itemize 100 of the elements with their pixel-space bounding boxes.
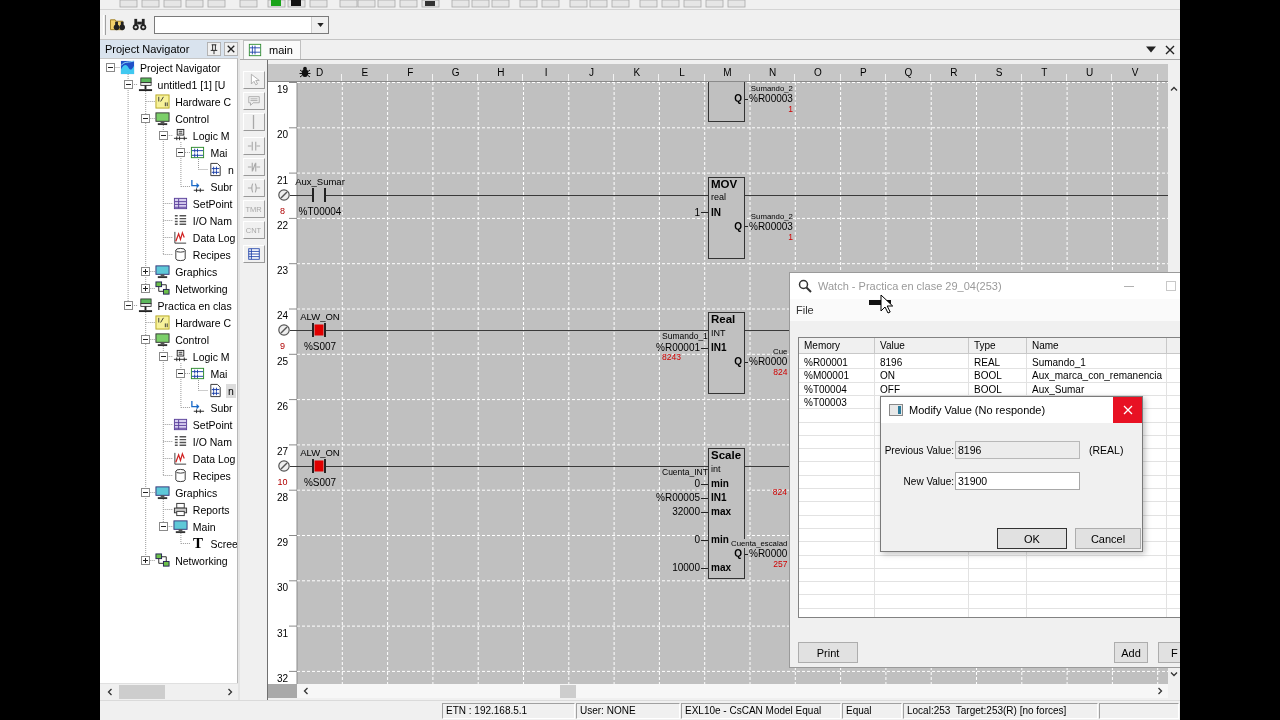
chevron-down-icon[interactable] (1170, 670, 1178, 678)
tree-item[interactable]: Mai (208, 366, 230, 381)
rung-number: 30 (276, 583, 289, 594)
chevron-right-icon[interactable] (1156, 687, 1164, 695)
tree-item[interactable]: Hardware C (173, 315, 234, 330)
chevron-left-icon[interactable] (302, 687, 310, 695)
tree-item[interactable]: Networking (173, 553, 230, 568)
monitor-icon (155, 111, 171, 126)
monitor-icon (155, 485, 171, 500)
column-header[interactable]: Value (880, 340, 905, 351)
tree-item[interactable]: Networking (173, 281, 230, 296)
tree-item[interactable]: SetPoint (190, 417, 235, 432)
column-header[interactable]: Memory (804, 340, 841, 351)
menu-item[interactable]: File (796, 304, 814, 316)
tree-item[interactable]: n (226, 162, 236, 177)
window-button[interactable]: F (1158, 642, 1180, 663)
ladder-icon (190, 366, 206, 381)
caret-icon[interactable] (316, 22, 324, 27)
tree-item[interactable]: I/O Nam (190, 213, 234, 228)
tree-item[interactable]: Recipes (190, 247, 233, 262)
tree-item[interactable]: Subr (208, 400, 235, 415)
tree-item[interactable]: Logic M (190, 128, 232, 143)
caret-icon[interactable] (1146, 45, 1156, 54)
tree-item[interactable]: Graphics (173, 485, 220, 500)
minus-box-icon[interactable] (158, 352, 168, 361)
minus-box-icon[interactable] (123, 80, 133, 89)
close-button[interactable] (1113, 397, 1142, 423)
minus-box-icon[interactable] (141, 488, 151, 497)
tree-item[interactable]: Recipes (190, 468, 233, 483)
tree-item[interactable]: Control (173, 111, 212, 126)
column-letter: E (361, 67, 369, 78)
editor-tab[interactable]: main (243, 40, 301, 59)
column-letter: J (588, 67, 594, 78)
input-field[interactable]: 31900 (955, 472, 1080, 490)
column-header[interactable]: Name (1032, 340, 1059, 351)
table-icon (172, 417, 188, 432)
tree-item[interactable]: Control (173, 332, 212, 347)
table-cell: Aux_marca_con_remanencia (1032, 370, 1163, 382)
chevron-right-icon[interactable] (226, 688, 234, 696)
window-button[interactable]: Print (798, 642, 858, 663)
minus-box-icon[interactable] (158, 522, 168, 531)
minus-box-icon[interactable] (141, 114, 151, 123)
minus-box-icon[interactable] (106, 63, 115, 72)
scrollbar[interactable] (297, 684, 1168, 698)
tree-item[interactable]: SetPoint (190, 196, 235, 211)
column-letter: K (633, 67, 641, 78)
tree-item[interactable]: Main (190, 519, 218, 534)
table-cell: Sumando_1 (1032, 357, 1086, 368)
tree-item[interactable]: Graphics (173, 264, 220, 279)
operand-name: Cuenta_INT (662, 467, 708, 478)
contact-address: %S007 (303, 341, 337, 353)
plus-box-icon[interactable] (141, 267, 151, 276)
tree-item[interactable]: Subr (208, 179, 235, 194)
binoculars-icon[interactable] (132, 17, 147, 32)
document-icon (208, 162, 223, 177)
tree-item[interactable]: Mai (208, 145, 230, 160)
plus-box-icon[interactable] (141, 556, 151, 565)
scrollbar-thumb[interactable] (119, 685, 165, 699)
pin-icon[interactable] (207, 42, 221, 56)
dialog-button[interactable]: OK (997, 528, 1067, 549)
column-letter: F (407, 67, 414, 78)
operand-address: %R00005 (656, 493, 700, 504)
pin-line (701, 348, 708, 349)
tree-item[interactable]: Logic M (190, 349, 232, 364)
speech-bubble-icon (246, 94, 261, 108)
tile-icon (155, 94, 171, 109)
scrollbar[interactable] (100, 683, 238, 700)
tree-item[interactable]: Data Log (190, 451, 237, 466)
close-icon[interactable] (224, 42, 238, 56)
close-icon[interactable] (1165, 44, 1175, 55)
minus-box-icon[interactable] (176, 369, 186, 378)
minus-box-icon[interactable] (176, 148, 186, 157)
tree-item[interactable]: Data Log (190, 230, 237, 245)
folder-binoculars-icon[interactable] (110, 17, 125, 32)
rung-count: 9 (280, 342, 285, 352)
list-icon (172, 434, 188, 449)
minus-box-icon[interactable] (141, 335, 151, 344)
column-header[interactable]: Type (974, 340, 996, 351)
rung-number: 32 (276, 673, 289, 684)
tree-item[interactable]: Reports (190, 502, 232, 517)
tool-button[interactable] (242, 245, 265, 263)
column-letter: G (451, 67, 460, 78)
minus-box-icon[interactable] (158, 131, 168, 140)
tree-item[interactable]: n (226, 383, 236, 398)
scrollbar-thumb[interactable] (560, 684, 576, 698)
pin-label: Q (734, 356, 742, 369)
minus-box-icon[interactable] (123, 301, 133, 310)
dialog-button[interactable]: Cancel (1075, 528, 1141, 549)
window-button[interactable]: Add (1114, 642, 1148, 663)
chevron-up-icon[interactable] (1170, 85, 1178, 93)
operand-address: 1 (694, 207, 700, 218)
tree-item[interactable]: I/O Nam (190, 434, 234, 449)
column-letter: H (497, 67, 505, 78)
chevron-left-icon[interactable] (106, 688, 114, 696)
combo-field[interactable] (154, 15, 329, 34)
plus-box-icon[interactable] (141, 284, 151, 293)
tree-item[interactable]: Practica en clas (155, 298, 234, 313)
tree-item[interactable]: untitled1 [1] [U (155, 77, 228, 92)
tree-item[interactable]: Project Navigator (138, 60, 223, 75)
tree-item[interactable]: Hardware C (173, 94, 234, 109)
